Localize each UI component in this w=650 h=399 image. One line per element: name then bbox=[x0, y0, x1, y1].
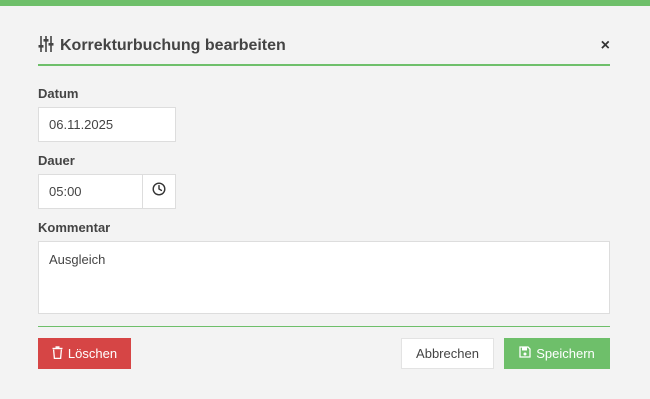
save-button[interactable]: Speichern bbox=[504, 338, 610, 369]
close-icon[interactable]: × bbox=[601, 38, 610, 54]
date-field[interactable]: 06.11.2025 bbox=[38, 107, 176, 142]
floppy-disk-icon bbox=[519, 346, 531, 361]
delete-button[interactable]: Löschen bbox=[38, 338, 131, 369]
comment-textarea[interactable]: Ausgleich bbox=[38, 241, 610, 314]
trash-icon bbox=[52, 345, 63, 362]
duration-label: Dauer bbox=[38, 153, 75, 168]
top-accent-bar bbox=[0, 0, 650, 6]
cancel-button-label: Abbrechen bbox=[416, 346, 479, 361]
clock-picker-button[interactable] bbox=[142, 174, 176, 209]
dialog-title-wrap: Korrekturbuchung bearbeiten bbox=[38, 35, 286, 58]
date-label: Datum bbox=[38, 86, 79, 101]
delete-button-label: Löschen bbox=[67, 346, 118, 361]
dialog-header: Korrekturbuchung bearbeiten × bbox=[38, 30, 610, 66]
save-button-label: Speichern bbox=[536, 346, 595, 361]
footer-divider bbox=[38, 326, 610, 327]
clock-icon bbox=[152, 182, 166, 201]
dialog-title: Korrekturbuchung bearbeiten bbox=[60, 37, 286, 54]
sliders-icon bbox=[38, 35, 54, 58]
comment-label: Kommentar bbox=[38, 220, 111, 235]
cancel-button[interactable]: Abbrechen bbox=[401, 338, 494, 369]
duration-field[interactable]: 05:00 bbox=[38, 174, 143, 209]
